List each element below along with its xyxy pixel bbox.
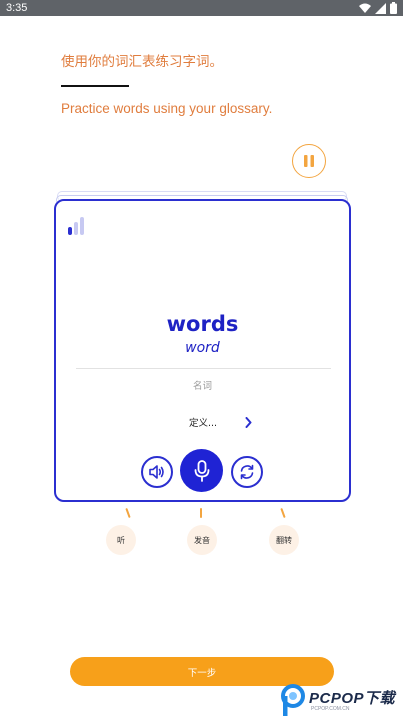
hint-pointer-flip: [280, 507, 286, 519]
definition-link[interactable]: 定义...: [189, 415, 252, 429]
flashcard-word: words: [166, 312, 239, 336]
hint-pronounce: 发音: [187, 525, 217, 555]
listen-button[interactable]: [141, 456, 173, 488]
chevron-right-icon: [245, 416, 252, 428]
signal-strength-icon: [68, 217, 84, 235]
hint-pointer-listen: [125, 507, 131, 519]
watermark-url: PCPOP.COM.CN: [311, 706, 350, 712]
pause-icon: [304, 155, 314, 167]
wifi-icon: [359, 3, 371, 13]
hint-flip: 翻转: [269, 525, 299, 555]
watermark: PCPOP下载 PCPOP.COM.CN: [279, 683, 403, 719]
flashcard-base-form: word: [185, 340, 220, 356]
status-time: 3:35: [6, 2, 28, 14]
watermark-brand: PCPOP下载: [309, 690, 396, 707]
status-bar: 3:35: [0, 0, 403, 16]
flip-button[interactable]: [231, 456, 263, 488]
hint-listen: 听: [106, 525, 136, 555]
pcpop-logo-icon: [281, 684, 305, 716]
instruction-english: Practice words using your glossary.: [61, 101, 273, 116]
pause-button[interactable]: [292, 144, 326, 178]
speaker-icon: [149, 465, 164, 479]
battery-icon: [390, 2, 397, 14]
next-button[interactable]: 下一步: [70, 657, 334, 686]
hint-pointer-pronounce: [200, 508, 202, 518]
status-icons: [359, 2, 397, 14]
instruction-chinese: 使用你的词汇表练习字词。: [61, 54, 223, 70]
microphone-icon: [194, 459, 209, 482]
divider: [61, 85, 129, 87]
card-divider: [76, 368, 331, 369]
signal-icon: [375, 2, 386, 14]
definition-label: 定义...: [189, 418, 218, 429]
flashcard[interactable]: words word 名词 定义...: [54, 199, 351, 502]
pronounce-button[interactable]: [180, 449, 223, 492]
refresh-icon: [240, 464, 254, 480]
part-of-speech: 名词: [192, 381, 212, 392]
